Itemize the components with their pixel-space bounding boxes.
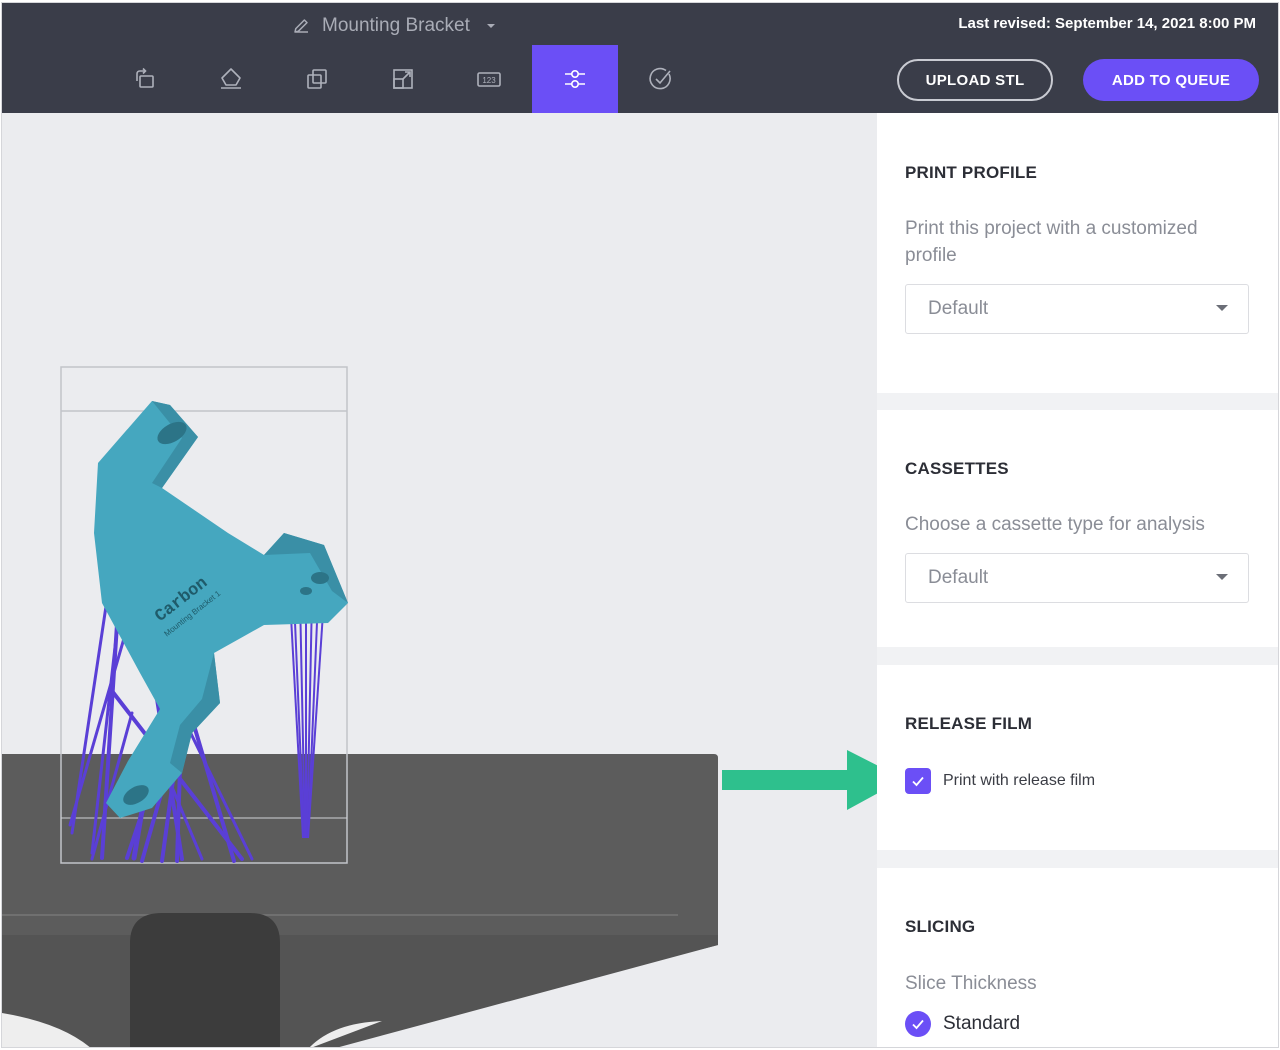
settings-panel: PRINT PROFILE Print this project with a … — [877, 113, 1278, 1047]
release-film-section: RELEASE FILM Print with release film — [877, 665, 1278, 850]
annotation-arrow — [722, 750, 877, 810]
tool-orient[interactable] — [102, 45, 188, 113]
release-film-option[interactable]: Print with release film — [905, 768, 1095, 794]
print-profile-select[interactable]: Default — [905, 284, 1249, 334]
upload-stl-button[interactable]: UPLOAD STL — [897, 59, 1053, 101]
slicing-standard-radio[interactable] — [905, 1011, 931, 1037]
project-title[interactable]: Mounting Bracket — [322, 15, 470, 37]
slice-thickness-label: Slice Thickness — [905, 973, 1037, 994]
svg-text:123: 123 — [482, 76, 496, 85]
print-profile-description: Print this project with a customized pro… — [905, 218, 1198, 266]
release-film-checkbox[interactable] — [905, 768, 931, 794]
settings-sliders-icon — [565, 70, 585, 89]
slicing-section: SLICING Slice Thickness Standard — [877, 868, 1278, 1047]
project-title-menu[interactable]: Mounting Bracket — [292, 13, 496, 39]
cassettes-title: CASSETTES — [905, 459, 1009, 478]
print-profile-value: Default — [928, 298, 989, 319]
tool-numbering[interactable]: 123 — [446, 45, 532, 113]
scale-icon — [393, 69, 413, 89]
platform-icon — [221, 68, 241, 89]
chevron-down-icon — [1216, 574, 1228, 580]
tool-duplicate[interactable] — [274, 45, 360, 113]
pencil-icon[interactable] — [292, 17, 310, 35]
numbering-icon: 123 — [477, 72, 501, 87]
checkmark-icon — [912, 1019, 924, 1030]
tool-settings[interactable] — [532, 45, 618, 113]
tool-platform[interactable] — [188, 45, 274, 113]
app-window: Mounting Bracket Last revised: September… — [1, 2, 1279, 1048]
check-circle-icon — [649, 67, 671, 90]
top-bar: Mounting Bracket Last revised: September… — [2, 3, 1278, 113]
cassettes-value: Default — [928, 567, 989, 588]
chevron-down-icon[interactable] — [486, 21, 496, 31]
duplicate-icon — [307, 69, 327, 89]
tool-review[interactable] — [618, 45, 704, 113]
print-profile-section: PRINT PROFILE Print this project with a … — [877, 113, 1278, 393]
platform-lower-bevel — [2, 935, 718, 1047]
print-profile-title: PRINT PROFILE — [905, 163, 1037, 182]
add-to-queue-button[interactable]: ADD TO QUEUE — [1083, 59, 1259, 101]
cassettes-select[interactable]: Default — [905, 553, 1249, 603]
release-film-title: RELEASE FILM — [905, 714, 1033, 733]
3d-viewport[interactable]: Carbon Mounting Bracket 1 — [2, 113, 877, 1047]
release-film-label[interactable]: Print with release film — [943, 772, 1095, 790]
tool-scale[interactable] — [360, 45, 446, 113]
chevron-down-icon — [1216, 305, 1228, 311]
slicing-standard-option[interactable]: Standard — [905, 1011, 1020, 1037]
slicing-title: SLICING — [905, 917, 976, 936]
cassettes-description: Choose a cassette type for analysis — [905, 514, 1205, 535]
checkmark-icon — [912, 776, 924, 787]
scene-canvas: Carbon Mounting Bracket 1 — [2, 366, 877, 1047]
last-revised-text: Last revised: September 14, 2021 8:00 PM — [958, 15, 1256, 32]
orient-icon — [136, 67, 154, 88]
cassettes-section: CASSETTES Choose a cassette type for ana… — [877, 410, 1278, 647]
slicing-standard-label[interactable]: Standard — [943, 1013, 1020, 1035]
toolbar: 123 — [102, 45, 704, 113]
platform-mount — [130, 913, 280, 1047]
